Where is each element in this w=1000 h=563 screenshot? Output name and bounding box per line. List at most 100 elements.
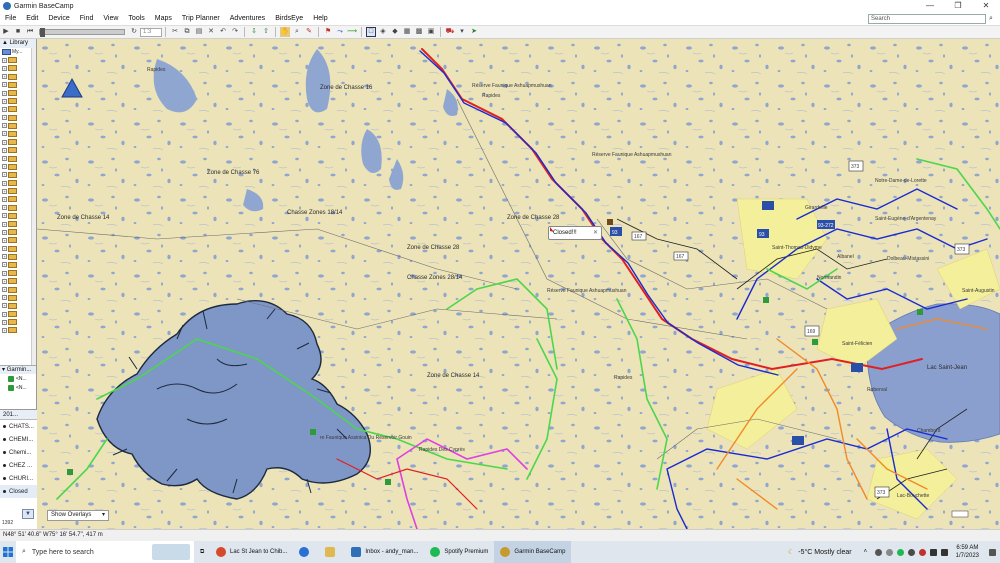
playback-slider[interactable] xyxy=(39,28,125,37)
slider-thumb[interactable] xyxy=(40,28,45,37)
cut-icon[interactable]: ✂ xyxy=(170,27,180,37)
expand-icon[interactable]: + xyxy=(2,221,7,227)
menu-birdseye[interactable]: BirdsEye xyxy=(270,12,308,26)
search-icon[interactable]: ⌕ xyxy=(986,14,996,24)
taskbar-app-mail[interactable]: Inbox - andy_man... xyxy=(345,541,424,563)
expand-icon[interactable]: + xyxy=(2,303,7,309)
expand-icon[interactable]: + xyxy=(2,213,7,219)
send-to-device-icon[interactable]: ⇧ xyxy=(261,27,271,37)
expand-icon[interactable]: + xyxy=(2,287,7,293)
dropdown-arrow-icon[interactable]: ▾ xyxy=(457,27,467,37)
expand-icon[interactable]: + xyxy=(2,254,7,260)
tray-app-icon[interactable] xyxy=(874,548,882,556)
new-waypoint-icon[interactable]: ⚑ xyxy=(323,27,333,37)
close-callout-icon[interactable]: ✕ xyxy=(593,229,598,236)
minimize-button[interactable]: — xyxy=(916,0,944,12)
garmin-section-header[interactable]: ▾ Garmin... xyxy=(0,365,36,374)
expand-icon[interactable]: + xyxy=(2,205,7,211)
expand-icon[interactable]: + xyxy=(2,90,7,96)
play-icon[interactable]: ▶ xyxy=(1,27,11,37)
receive-from-device-icon[interactable]: ⇩ xyxy=(249,27,259,37)
stop-icon[interactable]: ■ xyxy=(13,27,23,37)
expand-icon[interactable]: + xyxy=(2,229,7,235)
expand-icon[interactable]: + xyxy=(2,123,7,129)
menu-view[interactable]: View xyxy=(98,12,123,26)
expand-icon[interactable]: + xyxy=(2,319,7,325)
menu-maps[interactable]: Maps xyxy=(150,12,177,26)
weather-widget[interactable]: ☾ -5°C Mostly clear xyxy=(788,548,852,557)
2d-map-icon[interactable]: □ xyxy=(366,27,376,37)
notification-icon[interactable] xyxy=(989,548,996,556)
list-item[interactable]: CHURI... xyxy=(0,472,37,485)
expand-icon[interactable]: + xyxy=(2,57,7,63)
tray-app-icon[interactable] xyxy=(885,548,893,556)
expand-icon[interactable]: + xyxy=(2,147,7,153)
tray-app-icon[interactable] xyxy=(907,548,915,556)
hand-tool-icon[interactable]: ✋ xyxy=(280,27,290,37)
device-item[interactable]: <N... xyxy=(0,383,36,392)
expand-icon[interactable]: + xyxy=(2,180,7,186)
undo-icon[interactable]: ↶ xyxy=(218,27,228,37)
volume-icon[interactable] xyxy=(940,548,948,556)
expand-icon[interactable]: + xyxy=(2,196,7,202)
3d-map-icon[interactable]: ◈ xyxy=(378,27,388,37)
close-button[interactable]: ✕ xyxy=(972,0,1000,12)
windows-start-icon[interactable] xyxy=(0,541,16,563)
menu-find[interactable]: Find xyxy=(75,12,99,26)
waypoint-callout[interactable]: Closed!!! ✕ xyxy=(548,226,602,240)
library-scrollbar[interactable] xyxy=(31,48,36,408)
taskbar-app-explorer[interactable] xyxy=(319,541,345,563)
taskbar-app-spotify[interactable]: Spotify Premium xyxy=(424,541,494,563)
taskbar-app-basecamp[interactable]: Garmin BaseCamp xyxy=(494,541,572,563)
expand-icon[interactable]: + xyxy=(2,65,7,71)
copy-icon[interactable]: ⧉ xyxy=(182,27,192,37)
expand-icon[interactable]: + xyxy=(2,327,7,333)
map-view[interactable]: 167 167 93 93 373 373 169 373 93-272 Zon… xyxy=(37,39,1000,529)
list-header[interactable]: 201... xyxy=(0,410,37,420)
expand-icon[interactable]: + xyxy=(2,115,7,121)
list-item-selected[interactable]: Closed xyxy=(0,485,37,498)
table-view-icon[interactable]: ▣ xyxy=(426,27,436,37)
overlay-select[interactable]: Show Overlays ▾ xyxy=(47,510,109,521)
menu-help[interactable]: Help xyxy=(308,12,332,26)
menu-tools[interactable]: Tools xyxy=(123,12,149,26)
taskbar-app-edge[interactable] xyxy=(293,541,319,563)
expand-icon[interactable]: + xyxy=(2,74,7,80)
refresh-icon[interactable]: ↻ xyxy=(129,27,139,37)
search-input[interactable]: Search xyxy=(868,14,986,24)
expand-icon[interactable]: + xyxy=(2,82,7,88)
expand-icon[interactable]: + xyxy=(2,311,7,317)
filter-icon[interactable]: ▼ xyxy=(22,509,34,519)
menu-file[interactable]: File xyxy=(0,12,21,26)
tray-app-icon[interactable] xyxy=(918,548,926,556)
maximize-button[interactable]: ❐ xyxy=(944,0,972,12)
list-item[interactable]: Chemi... xyxy=(0,446,37,459)
list-item[interactable]: CHEZ ... xyxy=(0,459,37,472)
new-route-icon[interactable]: ⤳ xyxy=(335,27,345,37)
expand-icon[interactable]: + xyxy=(2,295,7,301)
taskbar-task-view-icon[interactable]: ⧉ xyxy=(194,541,210,563)
list-item[interactable]: CHEMI... xyxy=(0,433,37,446)
grid-icon[interactable]: ▩ xyxy=(414,27,424,37)
expand-icon[interactable]: + xyxy=(2,156,7,162)
new-track-icon[interactable]: ⟿ xyxy=(347,27,357,37)
skip-start-icon[interactable]: ⏮ xyxy=(25,27,35,37)
chevron-up-icon[interactable]: ˄ xyxy=(864,549,871,556)
menu-trip-planner[interactable]: Trip Planner xyxy=(177,12,225,26)
expand-icon[interactable]: + xyxy=(2,139,7,145)
network-icon[interactable] xyxy=(929,548,937,556)
paste-icon[interactable]: ▤ xyxy=(194,27,204,37)
expand-icon[interactable]: + xyxy=(2,172,7,178)
expand-icon[interactable]: + xyxy=(2,164,7,170)
zoom-scale-field[interactable]: 1:3 xyxy=(140,27,162,37)
expand-icon[interactable]: + xyxy=(2,188,7,194)
expand-icon[interactable]: + xyxy=(2,278,7,284)
map-detail-icon[interactable]: ▦ xyxy=(402,27,412,37)
map-layer-icon[interactable]: ◆ xyxy=(390,27,400,37)
expand-icon[interactable]: + xyxy=(2,262,7,268)
expand-icon[interactable]: + xyxy=(2,98,7,104)
expand-icon[interactable]: + xyxy=(2,106,7,112)
menu-edit[interactable]: Edit xyxy=(21,12,43,26)
list-item[interactable]: CHATS... xyxy=(0,420,37,433)
expand-icon[interactable]: + xyxy=(2,131,7,137)
